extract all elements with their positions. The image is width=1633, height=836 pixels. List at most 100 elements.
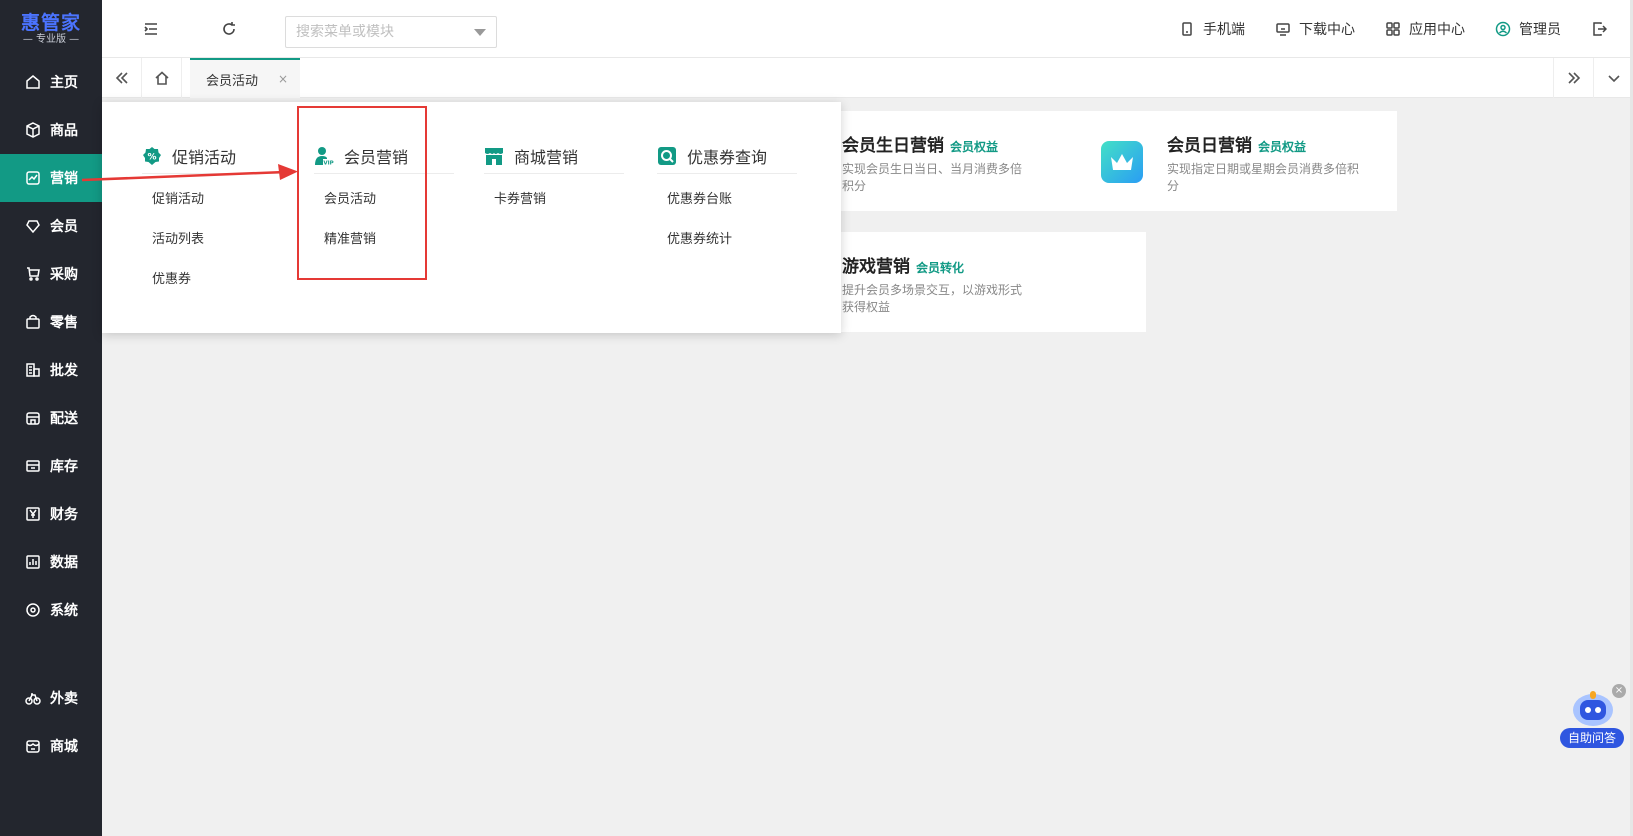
menu-toggle-icon[interactable] [142, 20, 160, 38]
robot-icon [1573, 691, 1613, 726]
sidebar-item-mall[interactable]: 商城 [0, 722, 102, 770]
tabs-bar: 会员活动 × [102, 58, 1633, 98]
home-tab-icon[interactable] [142, 58, 182, 98]
menu-item-member-activity[interactable]: 会员活动 [324, 180, 454, 220]
card-badge: 会员权益 [950, 140, 999, 154]
card-desc: 提升会员多场景交互，以游戏形式获得权益 [842, 283, 1023, 314]
logout-button[interactable] [1591, 21, 1615, 37]
help-assistant[interactable]: 自助问答 × [1558, 684, 1626, 750]
box-icon [24, 121, 42, 139]
search-input[interactable] [296, 24, 466, 40]
monitor-icon [1276, 23, 1290, 36]
sidebar-item-delivery[interactable]: 配送 [0, 394, 102, 442]
card-title-text: 会员生日营销 [842, 136, 944, 156]
card-title-text: 会员日营销 [1167, 136, 1252, 156]
logo-name: 惠管家 [20, 12, 81, 34]
user-name: 管理员 [1519, 22, 1561, 38]
inbox-icon [24, 457, 42, 475]
menu-heading-label: 促销活动 [172, 147, 237, 167]
sidebar-item-finance[interactable]: 财务 [0, 490, 102, 538]
sidebar-item-home[interactable]: 主页 [0, 58, 102, 106]
grid-icon [1386, 22, 1400, 36]
sidebar-item-inventory[interactable]: 库存 [0, 442, 102, 490]
logo[interactable]: 惠管家 — 专业版 — [0, 0, 102, 58]
bag-icon [24, 313, 42, 331]
sidebar-item-label: 采购 [50, 267, 78, 283]
refresh-icon[interactable] [220, 20, 238, 38]
tab-label: 会员活动 [206, 73, 259, 89]
menu-item-card-coupon-marketing[interactable]: 卡券营销 [494, 180, 624, 220]
menu-item-coupon-ledger[interactable]: 优惠券台账 [667, 180, 797, 220]
tabs-scroll-left-icon[interactable] [102, 58, 142, 98]
app-center-link[interactable]: 应用中心 [1385, 19, 1465, 39]
sidebar-item-label: 商品 [50, 123, 78, 139]
tab-member-activity[interactable]: 会员活动 × [190, 58, 300, 98]
heart-icon [24, 217, 42, 235]
header-actions: 手机端 下载中心 应用中心 管理员 [1179, 0, 1633, 58]
crown-icon [1101, 141, 1143, 183]
menu-item-coupon[interactable]: 优惠券 [152, 260, 282, 300]
sidebar-item-products[interactable]: 商品 [0, 106, 102, 154]
svg-text:VIP: VIP [323, 160, 333, 166]
card-title-text: 游戏营销 [842, 257, 910, 277]
sidebar-item-retail[interactable]: 零售 [0, 298, 102, 346]
menu-column-mall-marketing: 商城营销 卡券营销 [484, 138, 624, 220]
marketing-mega-menu: % 促销活动 促销活动 活动列表 优惠券 VIP 会员营销 会员活动 精准营销 … [102, 102, 841, 333]
sidebar-item-marketing[interactable]: 营销 [0, 154, 102, 202]
download-center-label: 下载中心 [1299, 22, 1355, 38]
sidebar-item-members[interactable]: 会员 [0, 202, 102, 250]
user-menu[interactable]: 管理员 [1495, 19, 1561, 39]
target-icon [24, 601, 42, 619]
menu-heading-label: 会员营销 [344, 147, 409, 167]
vip-user-icon: VIP [314, 146, 334, 166]
sidebar-item-data[interactable]: 数据 [0, 538, 102, 586]
download-center-link[interactable]: 下载中心 [1275, 19, 1355, 39]
tabs-dropdown-icon[interactable] [1593, 58, 1633, 98]
close-icon[interactable]: × [1612, 684, 1626, 698]
menu-item-activity-list[interactable]: 活动列表 [152, 220, 282, 260]
card-badge: 会员转化 [916, 261, 965, 275]
card-game-marketing[interactable]: 游戏营销 会员转化 提升会员多场景交互，以游戏形式获得权益 [826, 232, 1146, 332]
menu-column-member-marketing: VIP 会员营销 会员活动 精准营销 [314, 138, 454, 260]
menu-item-precision-marketing[interactable]: 精准营销 [324, 220, 454, 260]
sidebar-item-purchase[interactable]: 采购 [0, 250, 102, 298]
sidebar-item-label: 批发 [50, 363, 78, 379]
chart-icon [24, 169, 42, 187]
bike-icon [24, 689, 42, 707]
sidebar-item-system[interactable]: 系统 [0, 586, 102, 634]
logout-icon [1593, 22, 1607, 36]
card-desc: 实现指定日期或星期会员消费多倍积分 [1167, 162, 1360, 193]
card-desc: 实现会员生日当日、当月消费多倍积分 [842, 162, 1023, 193]
shop-icon [24, 737, 42, 755]
sidebar-item-label: 会员 [50, 219, 78, 235]
menu-column-heading: VIP 会员营销 [314, 138, 454, 174]
cart-icon [24, 265, 42, 283]
menu-column-items: 卡券营销 [484, 174, 624, 220]
menu-column-items: 会员活动 精准营销 [314, 174, 454, 260]
sidebar-item-label: 主页 [50, 75, 78, 91]
yen-icon [24, 505, 42, 523]
sidebar-item-wholesale[interactable]: 批发 [0, 346, 102, 394]
card-title: 会员生日营销 会员权益 [842, 131, 998, 156]
chevron-down-icon[interactable] [474, 28, 486, 36]
sidebar-item-label: 系统 [50, 603, 78, 619]
sidebar-item-label: 库存 [50, 459, 78, 475]
sidebar-nav: 主页 商品 营销 会员 采购 零售 批发 配送 库存 财务 数据 系统 外卖 商… [0, 58, 102, 770]
top-header: 手机端 下载中心 应用中心 管理员 [102, 0, 1633, 58]
store-icon [24, 409, 42, 427]
logo-edition: — 专业版 — [22, 34, 80, 45]
sidebar-item-label: 外卖 [50, 691, 78, 707]
mobile-link[interactable]: 手机端 [1179, 19, 1245, 39]
menu-item-coupon-statistics[interactable]: 优惠券统计 [667, 220, 797, 260]
close-icon[interactable]: × [278, 72, 288, 86]
card-badge: 会员权益 [1258, 140, 1307, 154]
menu-column-coupon-query: 优惠券查询 优惠券台账 优惠券统计 [657, 138, 797, 260]
sidebar-item-takeout[interactable]: 外卖 [0, 674, 102, 722]
card-member-day-marketing[interactable]: 会员日营销 会员权益 实现指定日期或星期会员消费多倍积分 [1077, 111, 1397, 211]
menu-item-promotion[interactable]: 促销活动 [152, 180, 282, 220]
menu-heading-label: 商城营销 [514, 147, 579, 167]
menu-heading-label: 优惠券查询 [687, 147, 768, 167]
menu-search[interactable] [285, 16, 497, 48]
tabs-scroll-right-icon[interactable] [1553, 58, 1593, 98]
bar-icon [24, 553, 42, 571]
